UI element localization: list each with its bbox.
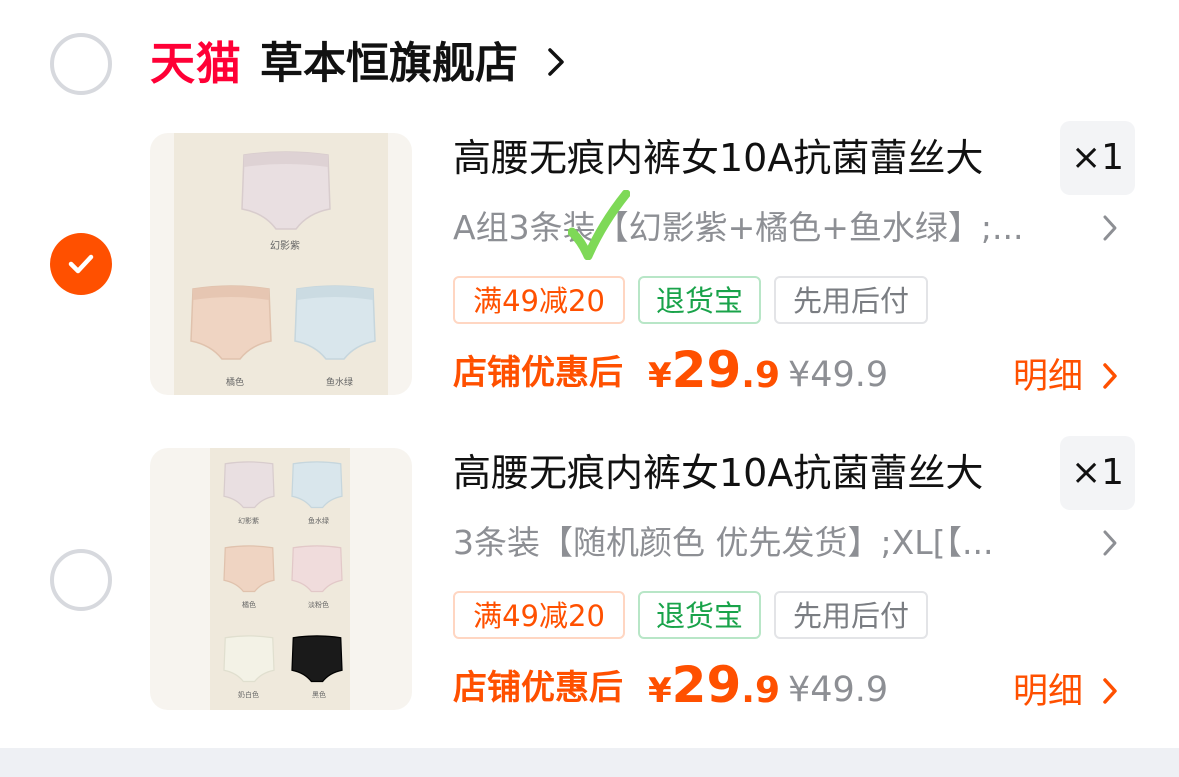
price-label: 店铺优惠后 <box>453 353 623 393</box>
underwear-green-image <box>294 285 376 360</box>
quantity-button[interactable]: ×1 <box>1060 121 1135 195</box>
return-insurance-tag: 退货宝 <box>638 591 761 639</box>
chevron-right-icon[interactable] <box>1100 360 1120 396</box>
price-currency: ¥ <box>648 671 672 711</box>
price-integer: 29 <box>671 341 742 399</box>
thumb-label: 橘色 <box>226 378 245 388</box>
price-currency: ¥ <box>648 356 672 396</box>
check-icon <box>68 254 94 274</box>
item-select-checkbox-checked[interactable] <box>50 233 112 295</box>
price-decimal: .9 <box>741 670 780 711</box>
return-insurance-tag: 退货宝 <box>638 276 761 324</box>
underwear-orange-image <box>223 545 275 593</box>
discounted-price: ¥29.9 <box>648 340 780 412</box>
sku-selector[interactable]: A组3条装【幻影紫+橘色+鱼水绿】;... <box>453 205 1083 251</box>
pay-later-tag: 先用后付 <box>774 591 928 639</box>
underwear-black-image <box>291 635 343 683</box>
thumb-label: 黑色 <box>312 691 326 699</box>
chevron-right-icon[interactable] <box>1100 675 1120 711</box>
original-price: ¥49.9 <box>788 670 889 710</box>
product-thumbnail[interactable]: 幻影紫 橘色 鱼水绿 <box>150 133 412 395</box>
product-title[interactable]: 高腰无痕内裤女10A抗菌蕾丝大 <box>453 133 983 183</box>
thumb-label: 橘色 <box>242 601 256 609</box>
thumb-label: 奶白色 <box>238 691 259 699</box>
price-decimal: .9 <box>741 355 780 396</box>
thumb-label: 幻影紫 <box>270 241 300 252</box>
thumb-label: 淡粉色 <box>308 601 329 609</box>
pay-later-tag: 先用后付 <box>774 276 928 324</box>
tmall-logo: 天猫 <box>150 37 243 90</box>
quantity-button[interactable]: ×1 <box>1060 436 1135 510</box>
underwear-green-image <box>291 461 343 509</box>
thumb-label: 幻影紫 <box>238 517 259 525</box>
price-detail-link[interactable]: 明细 <box>1013 352 1083 402</box>
underwear-purple-image <box>241 151 331 230</box>
chevron-right-icon[interactable] <box>1100 212 1120 248</box>
discounted-price: ¥29.9 <box>648 655 780 727</box>
product-thumbnail[interactable]: 幻影紫 鱼水绿 橘色 淡粉色 奶白色 黑色 <box>150 448 412 710</box>
store-name[interactable]: 草本恒旗舰店 <box>260 34 518 94</box>
original-price: ¥49.9 <box>788 355 889 395</box>
promo-tag: 满49减20 <box>453 276 625 324</box>
price-detail-link[interactable]: 明细 <box>1013 667 1083 717</box>
green-check-mark-icon <box>568 190 630 260</box>
underwear-white-image <box>223 635 275 683</box>
item-select-checkbox[interactable] <box>50 549 112 611</box>
price-label: 店铺优惠后 <box>453 668 623 708</box>
underwear-orange-image <box>190 285 272 360</box>
underwear-pink-image <box>291 545 343 593</box>
bottom-background-strip <box>0 748 1179 777</box>
price-integer: 29 <box>671 656 742 714</box>
chevron-right-icon[interactable] <box>545 44 567 84</box>
cart-store-card: 天猫 草本恒旗舰店 幻影紫 橘色 鱼水绿 高腰无痕内裤女10A抗菌蕾丝大 ×1 … <box>0 0 1179 748</box>
chevron-right-icon[interactable] <box>1100 527 1120 563</box>
store-select-radio[interactable] <box>50 33 112 95</box>
thumb-label: 鱼水绿 <box>308 517 329 525</box>
underwear-purple-image <box>223 461 275 509</box>
promo-tag: 满49减20 <box>453 591 625 639</box>
sku-selector[interactable]: 3条装【随机颜色 优先发货】;XL[【... <box>453 520 1083 566</box>
thumb-label: 鱼水绿 <box>326 378 354 388</box>
product-title[interactable]: 高腰无痕内裤女10A抗菌蕾丝大 <box>453 448 983 498</box>
